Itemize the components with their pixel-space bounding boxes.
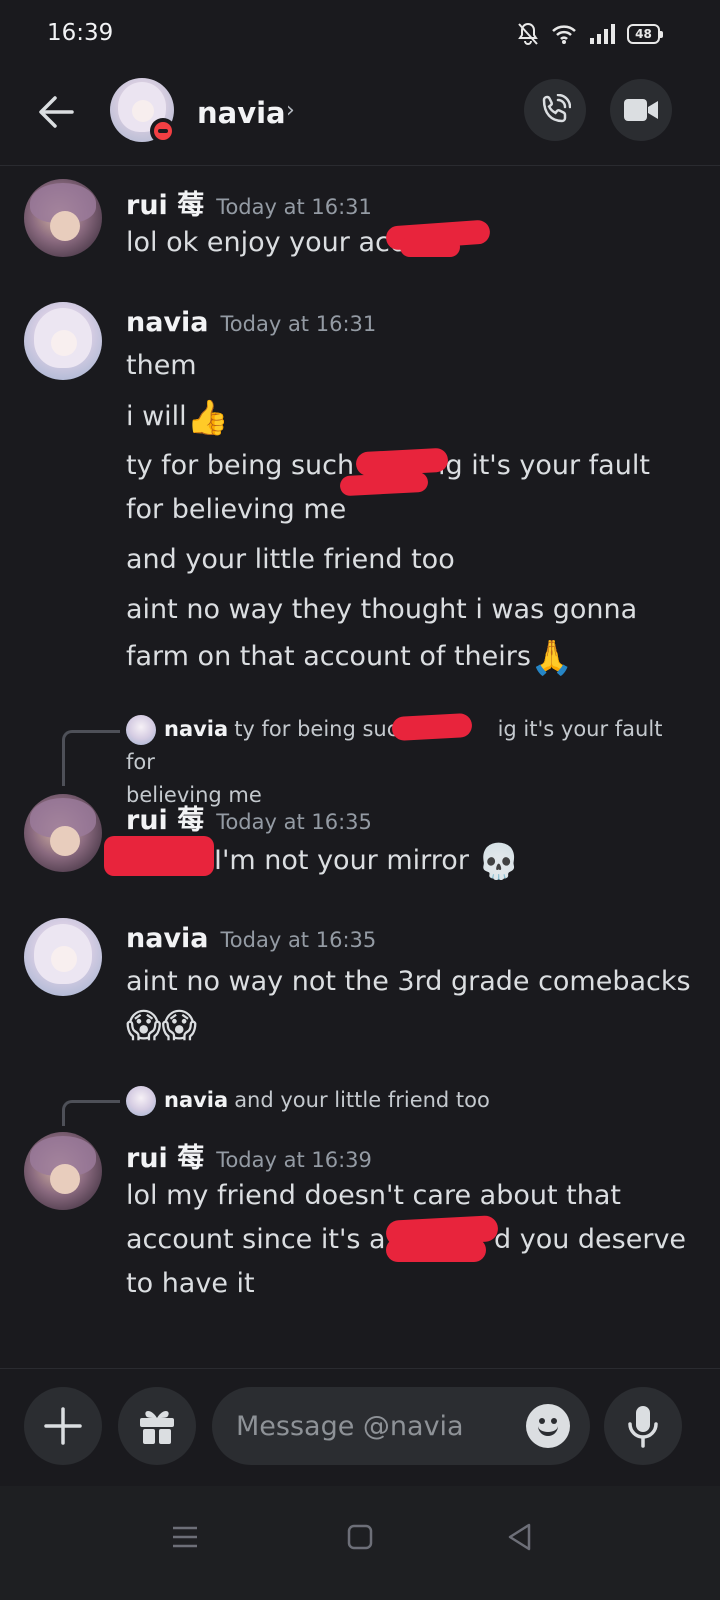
message-input-wrapper[interactable]: [212, 1387, 590, 1465]
home-button[interactable]: [335, 1512, 385, 1562]
contact-name[interactable]: navia: [197, 96, 286, 130]
screaming-face-emoji: 😱😱: [126, 1006, 197, 1046]
redaction-mark: [400, 237, 460, 257]
redaction-mark: [339, 471, 429, 497]
message-text: to have it: [126, 1268, 255, 1299]
message-text-span: i will: [126, 401, 187, 432]
message-list[interactable]: rui 莓 Today at 16:31 lol ok enjoy your ac…: [0, 167, 720, 1367]
message-text: i will👍: [126, 398, 229, 438]
reply-text: ty for being such: [234, 717, 412, 741]
system-nav-bar: [0, 1486, 720, 1600]
message-text: aint no way they thought i was gonna: [126, 594, 638, 625]
redaction-mark: [386, 1238, 486, 1262]
home-square-icon: [347, 1524, 373, 1550]
back-arrow-icon: [39, 96, 74, 128]
gift-button[interactable]: [118, 1387, 196, 1465]
author-name[interactable]: navia: [126, 923, 209, 954]
folded-hands-emoji: 🙏: [530, 638, 574, 678]
message-author[interactable]: rui 莓 Today at 16:35: [126, 798, 372, 837]
author-name[interactable]: rui 莓: [126, 1143, 204, 1174]
chat-header: navia ›: [0, 70, 720, 166]
back-triangle-icon: [508, 1523, 531, 1551]
message-text: and your little friend too: [126, 544, 455, 575]
message-timestamp: Today at 16:31: [216, 195, 372, 219]
gift-icon: [140, 1411, 174, 1444]
back-button[interactable]: [34, 90, 78, 134]
message-text: for believing me: [126, 494, 347, 525]
message-text: them: [126, 350, 197, 381]
message-text: ty for being such a: [126, 450, 380, 481]
message-text: account since it's a: [126, 1224, 386, 1255]
message-author[interactable]: navia Today at 16:31: [126, 307, 376, 338]
message-input[interactable]: [236, 1405, 506, 1447]
author-name[interactable]: rui 莓: [126, 805, 204, 836]
plus-icon: [44, 1407, 82, 1445]
avatar[interactable]: [24, 1132, 102, 1210]
menu-icon: [173, 1526, 197, 1548]
phone-icon: [542, 94, 571, 123]
reply-avatar: [126, 715, 156, 745]
message-author[interactable]: rui 莓 Today at 16:31: [126, 183, 372, 222]
message-text: ig it's your fault: [438, 450, 650, 481]
reply-author: navia: [164, 717, 229, 741]
signal-icon: [590, 24, 615, 44]
message-composer: [0, 1368, 720, 1486]
status-time: 16:39: [47, 20, 114, 46]
dnd-status-badge: [150, 118, 176, 144]
bell-muted-icon: [518, 22, 538, 45]
video-camera-icon: [624, 99, 658, 121]
skull-emoji: 💀: [477, 842, 520, 882]
reply-connector: [62, 730, 120, 786]
message-timestamp: Today at 16:35: [216, 810, 372, 834]
message-author[interactable]: rui 莓 Today at 16:39: [126, 1136, 372, 1175]
message-timestamp: Today at 16:39: [216, 1148, 372, 1172]
reply-preview[interactable]: navia and your little friend too: [126, 1084, 686, 1117]
redaction-mark: [391, 712, 473, 742]
reply-author: navia: [164, 1088, 229, 1112]
message-text: d you deserve: [494, 1224, 687, 1255]
author-name[interactable]: navia: [126, 307, 209, 338]
avatar[interactable]: [24, 794, 102, 872]
avatar[interactable]: [24, 918, 102, 996]
smiley-icon[interactable]: [526, 1404, 570, 1448]
message-text: 😱😱: [126, 1006, 197, 1046]
voice-message-button[interactable]: [604, 1387, 682, 1465]
avatar[interactable]: [24, 302, 102, 380]
reply-text: and your little friend too: [234, 1088, 490, 1112]
video-call-button[interactable]: [610, 79, 672, 141]
message-text: aint no way not the 3rd grade comebacks: [126, 966, 691, 997]
message-text-span: farm on that account of theirs: [126, 641, 531, 672]
thumbs-up-emoji: 👍: [186, 398, 230, 438]
reply-avatar: [126, 1086, 156, 1116]
message-text: farm on that account of theirs🙏: [126, 638, 573, 678]
author-name[interactable]: rui 莓: [126, 190, 204, 221]
system-back-button[interactable]: [495, 1512, 545, 1562]
chevron-right-icon[interactable]: ›: [286, 98, 295, 123]
reply-connector: [62, 1100, 120, 1126]
avatar[interactable]: [24, 179, 102, 257]
voice-call-button[interactable]: [524, 79, 586, 141]
redaction-mark: [104, 836, 214, 876]
message-timestamp: Today at 16:35: [220, 928, 377, 952]
message-text-span: I'm not your mirror: [214, 845, 469, 876]
message-author[interactable]: navia Today at 16:35: [126, 923, 376, 954]
microphone-icon: [628, 1406, 658, 1448]
status-bar: 16:39 48: [0, 0, 720, 70]
message-text: I'm not your mirror 💀: [214, 842, 520, 882]
status-icons: 48: [517, 22, 663, 46]
battery-icon: 48: [627, 24, 663, 44]
recent-apps-button[interactable]: [160, 1512, 210, 1562]
message-text: lol my friend doesn't care about that: [126, 1180, 621, 1211]
message-text: lol ok enjoy your acc: [126, 227, 405, 258]
wifi-icon: [552, 25, 576, 44]
message-timestamp: Today at 16:31: [220, 312, 377, 336]
attach-button[interactable]: [24, 1387, 102, 1465]
